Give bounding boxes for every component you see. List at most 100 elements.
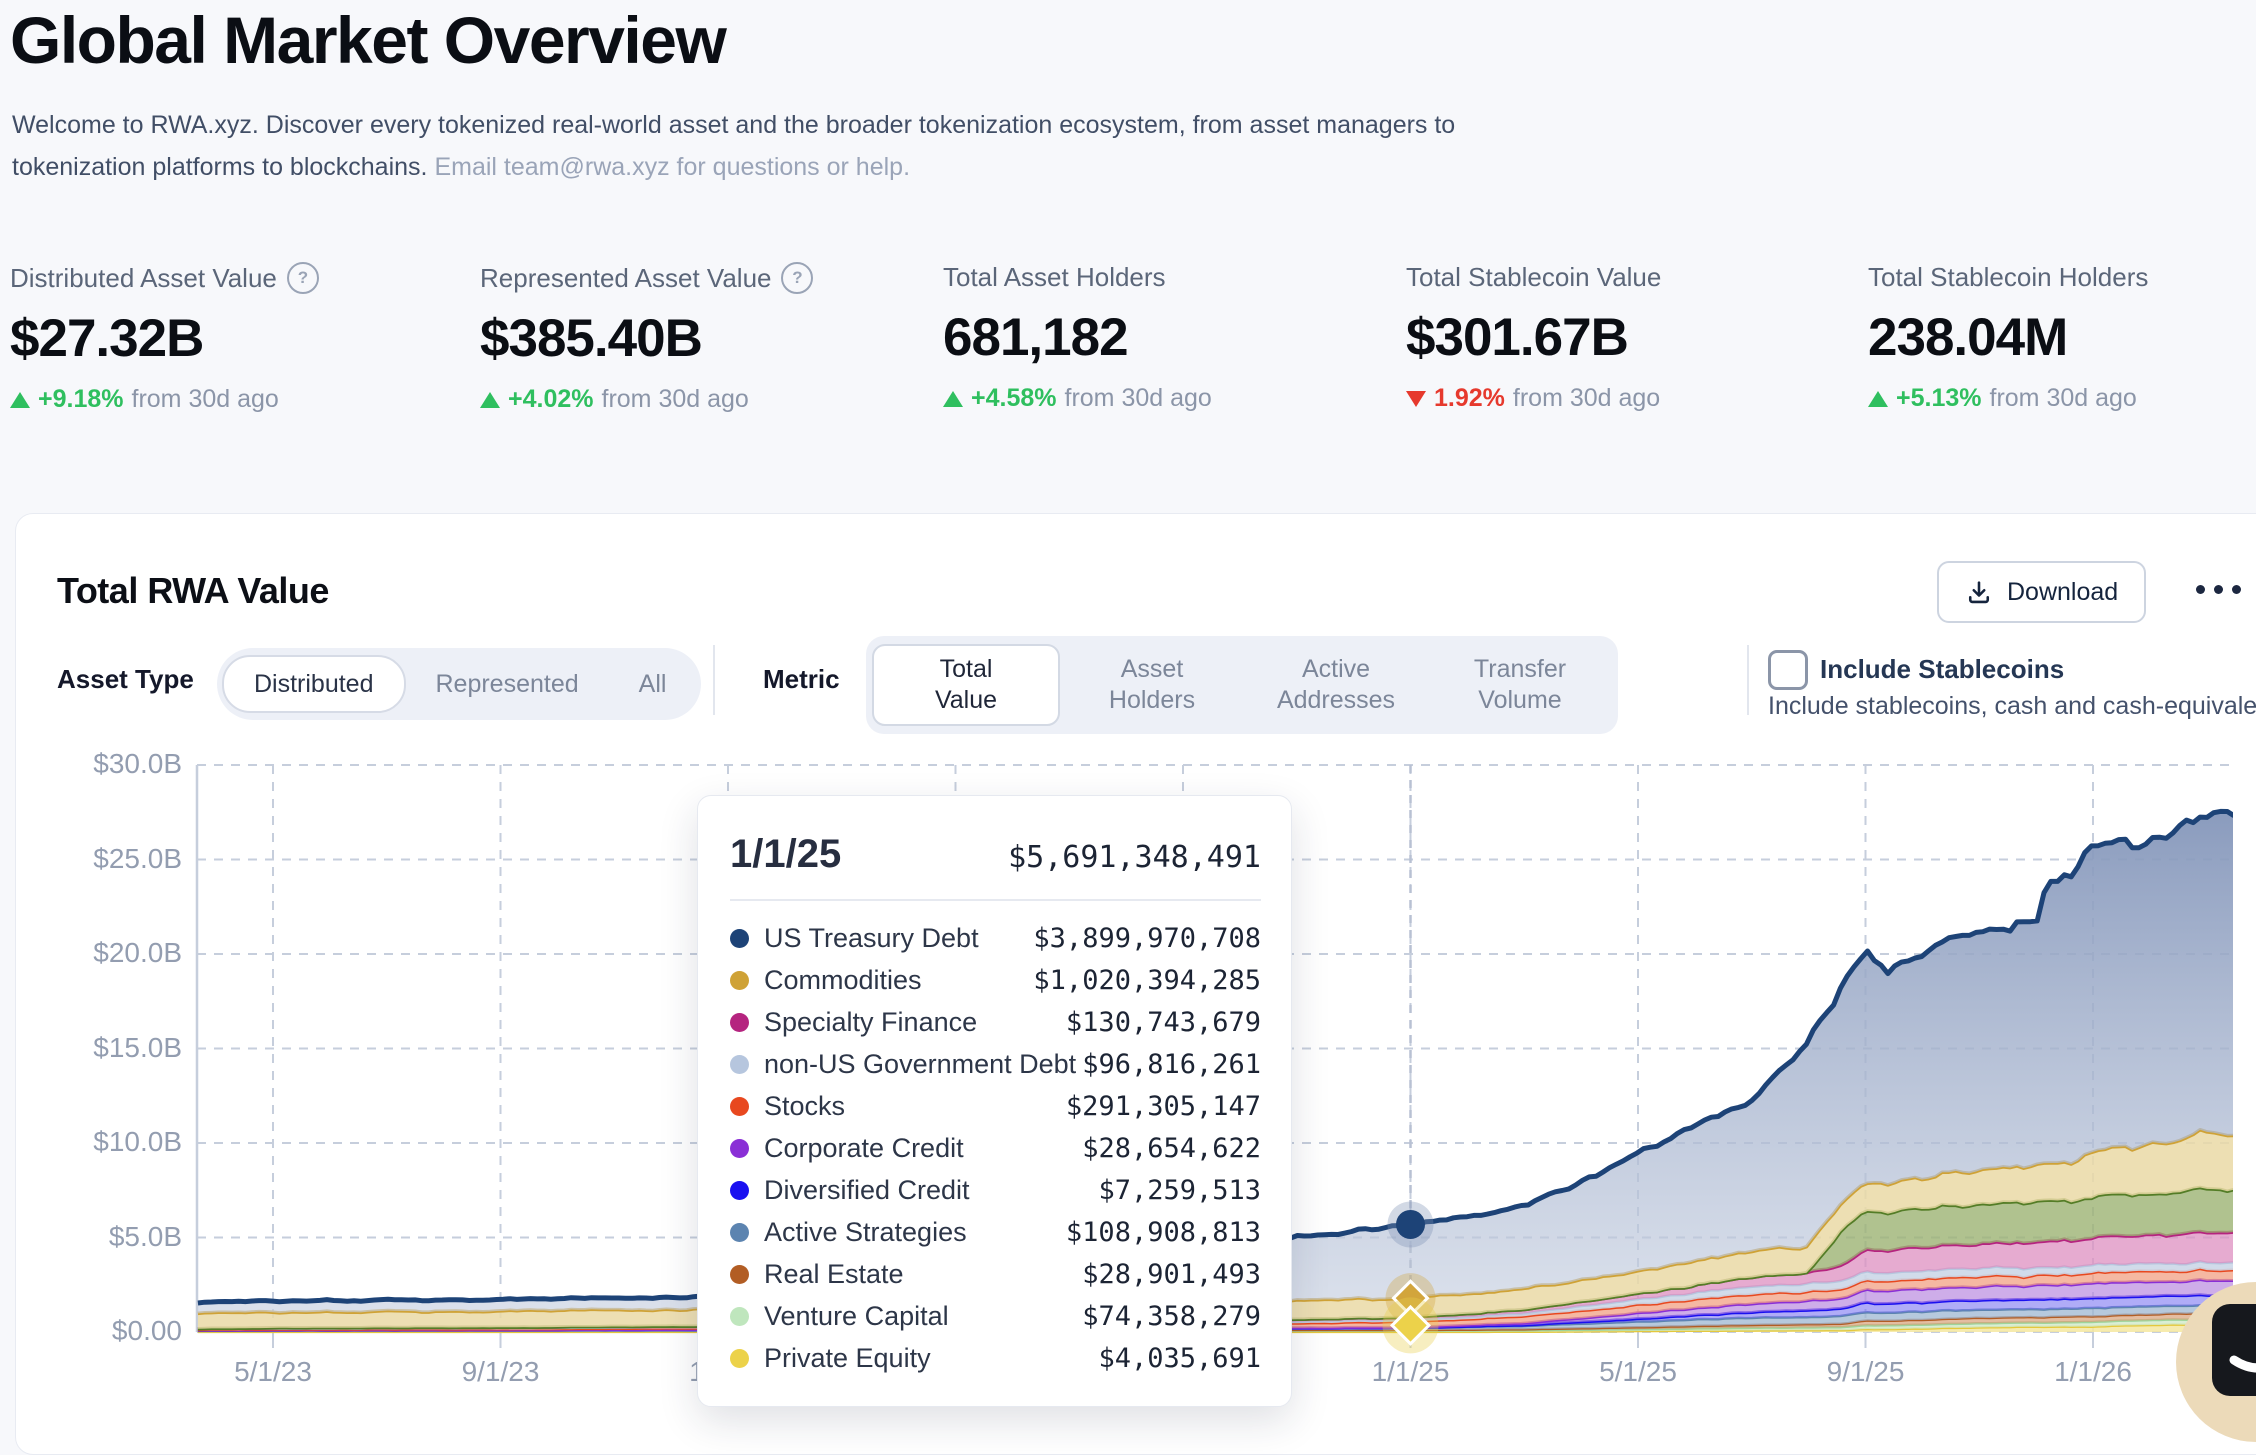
include-stablecoins-sublabel: Include stablecoins, cash and cash-equiv… [1768,692,2256,721]
series-name: Diversified Credit [764,1175,1098,1206]
x-axis-label: 1/1/25 [1331,1356,1491,1388]
series-name: Commodities [764,965,1033,996]
include-stablecoins-label: Include Stablecoins [1820,654,2064,685]
asset-type-option-represented[interactable]: Represented [406,657,609,711]
metric-option-active-addresses[interactable]: Active Addresses [1244,646,1428,724]
page-title: Global Market Overview [10,2,725,78]
contact-email-link[interactable]: Email team@rwa.xyz for questions or help… [434,153,910,181]
stat-total-stablecoin-holders: Total Stablecoin Holders 238.04M +5.13% … [1868,262,2256,413]
stat-total-asset-holders: Total Asset Holders 681,182 +4.58% from … [943,262,1399,413]
down-triangle-icon [1406,391,1426,407]
stat-label: Total Asset Holders [943,262,1166,293]
chat-messenger-icon [2212,1304,2256,1396]
stat-value: $301.67B [1406,307,1862,368]
chart-card-title: Total RWA Value [57,570,329,612]
tooltip-row: Venture Capital$74,358,279 [698,1295,1291,1337]
series-color-dot [730,1349,749,1368]
stat-value: 238.04M [1868,307,2256,368]
y-axis-label: $25.0B [42,843,182,875]
help-icon[interactable]: ? [287,262,319,294]
y-axis-label: $5.0B [42,1221,182,1253]
x-axis-label: 5/1/25 [1558,1356,1718,1388]
series-value: $28,654,622 [1082,1133,1261,1164]
stat-label: Distributed Asset Value [10,263,277,294]
series-name: Stocks [764,1091,1066,1122]
download-label: Download [2007,578,2118,607]
y-axis-label: $20.0B [42,937,182,969]
separator [713,645,715,715]
series-value: $74,358,279 [1082,1301,1261,1332]
tooltip-date: 1/1/25 [730,832,841,877]
series-color-dot [730,1097,749,1116]
metric-label: Metric [763,664,840,695]
series-value: $291,305,147 [1066,1091,1261,1122]
series-name: Real Estate [764,1259,1082,1290]
y-axis-label: $10.0B [42,1126,182,1158]
series-value: $1,020,394,285 [1033,965,1261,996]
tooltip-divider [730,899,1261,901]
tooltip-total-value: $5,691,348,491 [1008,840,1261,875]
download-button[interactable]: Download [1937,561,2146,623]
x-axis-label: 1/1/26 [2013,1356,2173,1388]
up-triangle-icon [943,391,963,407]
download-icon [1965,578,1993,606]
x-axis-label: 9/1/23 [421,1356,581,1388]
stat-value: $385.40B [480,308,936,369]
series-value: $4,035,691 [1098,1343,1261,1374]
tooltip-row: Specialty Finance$130,743,679 [698,1001,1291,1043]
stat-total-stablecoin-value: Total Stablecoin Value $301.67B 1.92% fr… [1406,262,1862,413]
tooltip-row: Private Equity$4,035,691 [698,1337,1291,1379]
series-color-dot [730,971,749,990]
include-stablecoins-checkbox[interactable] [1768,650,1808,690]
series-color-dot [730,1055,749,1074]
asset-type-option-distributed[interactable]: Distributed [222,655,406,713]
tooltip-row: Diversified Credit$7,259,513 [698,1169,1291,1211]
stat-delta: +5.13% [1896,384,1982,413]
series-value: $96,816,261 [1082,1049,1261,1080]
series-name: Private Equity [764,1343,1098,1374]
series-value: $7,259,513 [1098,1175,1261,1206]
series-name: Active Strategies [764,1217,1066,1248]
stat-distributed-asset-value: Distributed Asset Value ? $27.32B +9.18%… [10,262,466,414]
asset-type-label: Asset Type [57,664,194,695]
series-value: $3,899,970,708 [1033,923,1261,954]
x-axis-label: 5/1/23 [193,1356,353,1388]
stat-delta: 1.92% [1434,384,1505,413]
tooltip-row: Active Strategies$108,908,813 [698,1211,1291,1253]
series-color-dot [730,929,749,948]
metric-option-total-value[interactable]: Total Value [872,644,1060,726]
tooltip-row: Corporate Credit$28,654,622 [698,1127,1291,1169]
tooltip-row: Commodities$1,020,394,285 [698,959,1291,1001]
asset-type-option-all[interactable]: All [609,657,697,711]
stat-delta-suffix: from 30d ago [1990,384,2137,413]
stat-delta-suffix: from 30d ago [1513,384,1660,413]
asset-type-segmented-control: DistributedRepresentedAll [217,648,701,720]
series-value: $28,901,493 [1082,1259,1261,1290]
separator [1747,645,1749,715]
help-icon[interactable]: ? [781,262,813,294]
stat-delta: +9.18% [38,385,124,414]
stat-delta-suffix: from 30d ago [132,385,279,414]
tooltip-row: Stocks$291,305,147 [698,1085,1291,1127]
stat-delta-suffix: from 30d ago [602,385,749,414]
series-color-dot [730,1181,749,1200]
up-triangle-icon [1868,391,1888,407]
up-triangle-icon [480,392,500,408]
tooltip-row: Real Estate$28,901,493 [698,1253,1291,1295]
y-axis-label: $30.0B [42,748,182,780]
stat-label: Total Stablecoin Holders [1868,262,2148,293]
up-triangle-icon [10,392,30,408]
series-color-dot [730,1265,749,1284]
metric-segmented-control: Total ValueAsset HoldersActive Addresses… [866,636,1618,734]
stat-value: 681,182 [943,307,1399,368]
series-name: Corporate Credit [764,1133,1082,1164]
x-axis-label: 9/1/25 [1786,1356,1946,1388]
metric-option-asset-holders[interactable]: Asset Holders [1060,646,1244,724]
stat-represented-asset-value: Represented Asset Value ? $385.40B +4.02… [480,262,936,414]
series-name: Venture Capital [764,1301,1082,1332]
metric-option-transfer-volume[interactable]: Transfer Volume [1428,646,1612,724]
series-value: $130,743,679 [1066,1007,1261,1038]
chart-menu-button[interactable] [2196,585,2241,594]
stat-label: Total Stablecoin Value [1406,262,1661,293]
y-axis-label: $0.00 [42,1315,182,1347]
